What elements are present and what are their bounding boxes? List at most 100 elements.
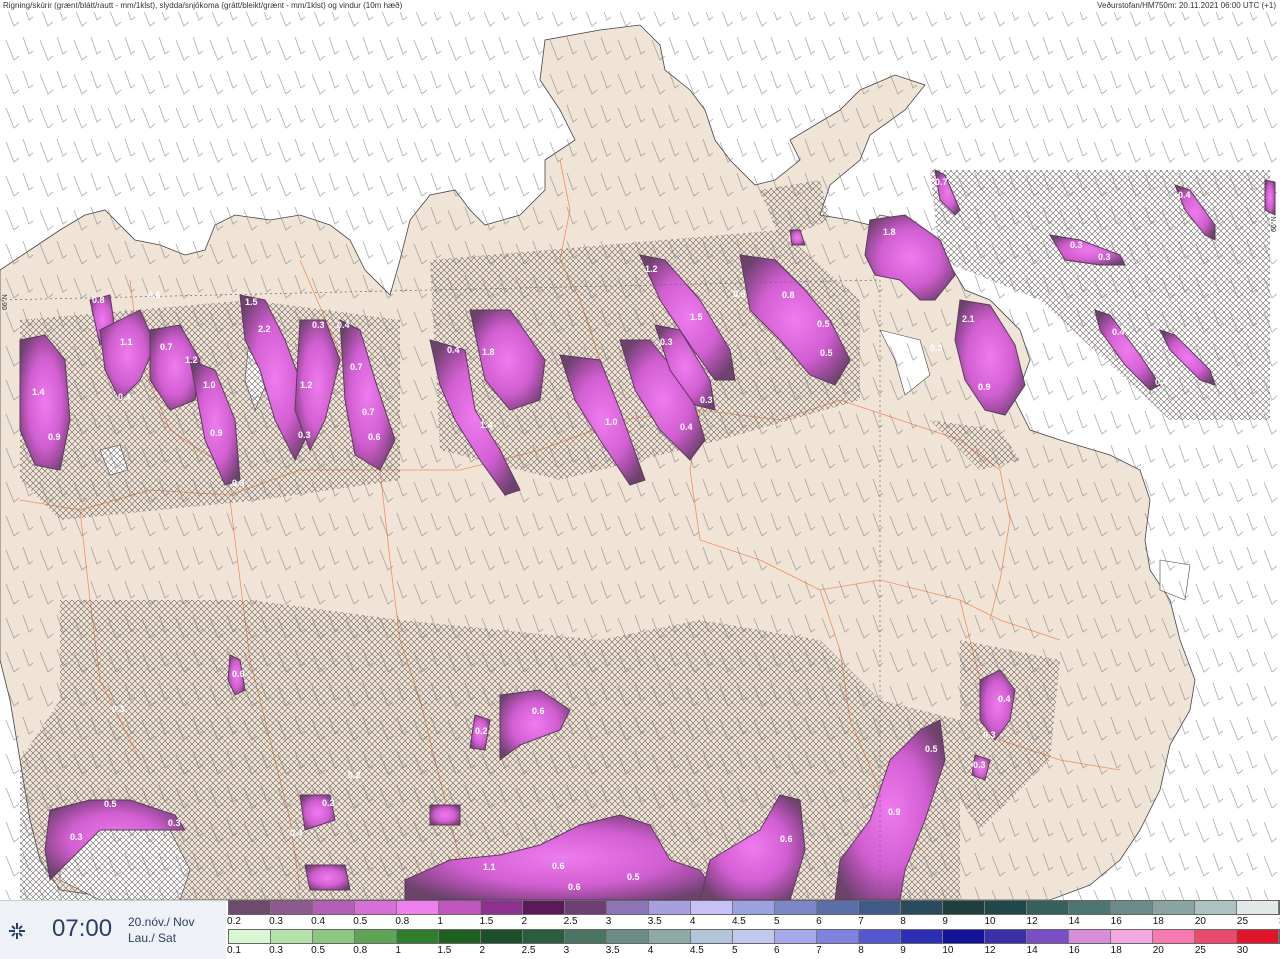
map-source: Veðurstofan/HM750m: 20.11.2021 06:00 UTC… bbox=[1097, 1, 1276, 10]
precip-value-label: 0.6 bbox=[148, 290, 161, 300]
rain-swatch bbox=[439, 930, 481, 943]
precip-value-label: 1.1 bbox=[120, 337, 133, 347]
precip-value-label: 0.4 bbox=[337, 320, 350, 330]
rain-legend-tick: 12 bbox=[984, 945, 996, 956]
precip-value-label: 0.9 bbox=[48, 432, 61, 442]
precip-value-label: 0.3 bbox=[168, 818, 181, 828]
precip-value-label: 1.4 bbox=[32, 387, 45, 397]
rain-legend-tick: 4 bbox=[647, 945, 654, 956]
rain-legend-tick: 8 bbox=[858, 945, 864, 956]
rain-swatch bbox=[775, 930, 817, 943]
snow-swatch bbox=[1237, 901, 1279, 914]
precip-value-label: 0.4 bbox=[1112, 327, 1125, 337]
precip-value-label: 0.3 bbox=[70, 832, 83, 842]
snow-legend-tick: 0.5 bbox=[353, 916, 368, 927]
rain-legend-swatches bbox=[228, 929, 1280, 944]
precip-value-label: 1.0 bbox=[203, 380, 216, 390]
rain-legend-tick: 10 bbox=[942, 945, 954, 956]
rain-legend: 0.1 0.3 0.5 0.8 1 1.5 2 2.5 3 3.5 4 4.5 5 6 7 8 9 10 12 14 1… bbox=[227, 929, 1280, 958]
snow-legend-tick: 3 bbox=[605, 916, 612, 927]
rain-legend-tick: 0.8 bbox=[353, 945, 368, 956]
precip-value-label: 1.5 bbox=[245, 297, 258, 307]
snow-swatch bbox=[523, 901, 565, 914]
rain-swatch bbox=[859, 930, 901, 943]
precip-value-label: 0.7 bbox=[935, 177, 948, 187]
precip-value-label: 1.5 bbox=[690, 312, 703, 322]
snow-legend-tick: 14 bbox=[1068, 916, 1080, 927]
snow-swatch bbox=[439, 901, 481, 914]
rain-legend-tick: 4.5 bbox=[689, 945, 704, 956]
snow-legend-tick: 0.2 bbox=[227, 916, 241, 927]
precip-value-label: 1.4 bbox=[480, 420, 493, 430]
precip-value-label: 0.6 bbox=[552, 861, 565, 871]
snow-swatch bbox=[1027, 901, 1069, 914]
precip-value-label: 0.3 bbox=[1098, 252, 1111, 262]
rain-legend-tick: 30 bbox=[1236, 945, 1249, 956]
snow-swatch bbox=[775, 901, 817, 914]
snow-legend-tick: 4.5 bbox=[731, 916, 746, 927]
snow-swatch bbox=[1111, 901, 1153, 914]
weather-service-logo-icon bbox=[9, 923, 25, 939]
precip-value-label: 0.6 bbox=[232, 669, 245, 679]
precip-value-label: 1.2 bbox=[300, 380, 313, 390]
forecast-date: 20.nóv./ Nov bbox=[128, 915, 195, 929]
precip-value-label: 0.8 bbox=[733, 289, 746, 299]
precip-value-label: 1.1 bbox=[483, 862, 496, 872]
snow-legend-tick: 6 bbox=[816, 916, 822, 927]
rain-swatch bbox=[355, 930, 397, 943]
latitude-label-left: 66°N bbox=[2, 294, 9, 310]
precip-value-label: 0.3 bbox=[312, 320, 325, 330]
precip-value-label: 0.3 bbox=[298, 430, 311, 440]
rain-swatch bbox=[901, 930, 943, 943]
wind-barbs bbox=[0, 12, 1280, 900]
snow-swatch bbox=[1153, 901, 1195, 914]
precip-value-label: 0.2 bbox=[348, 770, 361, 780]
rain-legend-tick: 9 bbox=[900, 945, 906, 956]
snow-legend-tick: 0.3 bbox=[269, 916, 283, 927]
precip-value-label: 0.3 bbox=[983, 730, 996, 740]
precip-value-label: 1.8 bbox=[482, 347, 495, 357]
snow-swatch bbox=[649, 901, 691, 914]
rain-legend-tick: 1.5 bbox=[437, 945, 452, 956]
precip-value-label: 0.8 bbox=[782, 290, 795, 300]
snow-legend-tick: 1 bbox=[437, 916, 443, 927]
snow-legend-tick: 2.5 bbox=[563, 916, 578, 927]
snow-swatch bbox=[733, 901, 775, 914]
precip-value-label: 0.2 bbox=[475, 726, 488, 736]
precip-value-label: 0.2 bbox=[322, 798, 335, 808]
forecast-map[interactable]: 0.8 0.6 1.1 0.7 1.4 1.2 0.9 0.4 1.0 0.9 0.3 1.5 2.2 0… bbox=[0, 0, 1280, 958]
rain-swatch bbox=[1069, 930, 1111, 943]
precip-value-label: 1.8 bbox=[883, 227, 896, 237]
rain-swatch bbox=[313, 930, 355, 943]
rain-swatch bbox=[691, 930, 733, 943]
snow-swatch bbox=[565, 901, 607, 914]
rain-legend-tick: 0.5 bbox=[311, 945, 326, 956]
rain-legend-tick: 3.5 bbox=[605, 945, 620, 956]
precip-value-label: 0.9 bbox=[978, 382, 991, 392]
rain-swatch bbox=[481, 930, 523, 943]
precip-value-label: 0.4 bbox=[447, 345, 460, 355]
rain-legend-tick: 20 bbox=[1152, 945, 1164, 956]
rain-legend-tick: 25 bbox=[1194, 945, 1206, 956]
snow-legend-tick: 16 bbox=[1110, 916, 1122, 927]
precip-value-label: 0.8 bbox=[92, 295, 105, 305]
rain-legend-tick: 3 bbox=[563, 945, 570, 956]
rain-swatch bbox=[1153, 930, 1195, 943]
precip-value-label: 0.3 bbox=[112, 704, 125, 714]
rain-swatch bbox=[1027, 930, 1069, 943]
snow-swatch bbox=[1195, 901, 1237, 914]
snow-legend-tick: 4 bbox=[689, 916, 696, 927]
snow-swatch bbox=[271, 901, 313, 914]
snow-swatch bbox=[691, 901, 733, 914]
snow-legend-tick: 9 bbox=[942, 916, 948, 927]
precip-value-label: 0.5 bbox=[820, 348, 833, 358]
precip-value-label: 0.3 bbox=[973, 760, 986, 770]
precip-value-label: 0.4 bbox=[998, 694, 1011, 704]
rain-legend-tick: 2 bbox=[479, 945, 486, 956]
precip-value-label: 0.5 bbox=[925, 744, 938, 754]
precip-value-label: 0.4 bbox=[290, 828, 303, 838]
precip-value-label: 1.2 bbox=[185, 355, 198, 365]
rain-swatch bbox=[523, 930, 565, 943]
rain-legend-tick: 18 bbox=[1110, 945, 1122, 956]
rain-swatch bbox=[397, 930, 439, 943]
